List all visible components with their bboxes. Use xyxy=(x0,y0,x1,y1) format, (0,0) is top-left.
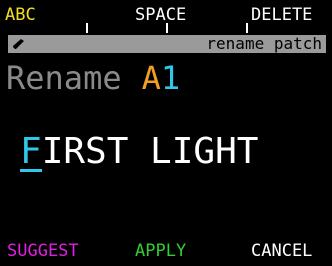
patch-name-text: IRST LIGHT xyxy=(41,131,259,172)
divider-tick xyxy=(86,23,88,33)
patch-slot-number: 1 xyxy=(160,59,181,97)
space-softkey[interactable]: SPACE xyxy=(135,5,186,25)
cursor-character[interactable]: F xyxy=(20,131,42,172)
pencil-icon xyxy=(13,39,24,49)
text-cursor xyxy=(20,169,42,172)
cancel-button[interactable]: CANCEL xyxy=(251,241,312,261)
cursor-char-text: F xyxy=(20,131,42,172)
divider-tick xyxy=(246,23,248,33)
rename-label: Rename xyxy=(6,59,122,97)
header-title: rename patch xyxy=(206,34,322,53)
delete-softkey[interactable]: DELETE xyxy=(251,5,312,25)
rename-heading: Rename A1 xyxy=(6,58,180,98)
apply-button[interactable]: APPLY xyxy=(135,241,186,261)
abc-softkey[interactable]: ABC xyxy=(5,5,36,25)
patch-bank: A xyxy=(141,59,161,97)
divider-tick xyxy=(166,23,168,33)
header-bar: rename patch xyxy=(8,34,326,53)
suggest-button[interactable]: SUGGEST xyxy=(7,241,79,261)
rename-patch-screen: ABC SPACE DELETE rename patch Rename A1 F… xyxy=(0,0,332,266)
softkey-divider-ticks xyxy=(0,23,332,33)
patch-name-editor[interactable]: F IRST LIGHT xyxy=(20,130,258,174)
